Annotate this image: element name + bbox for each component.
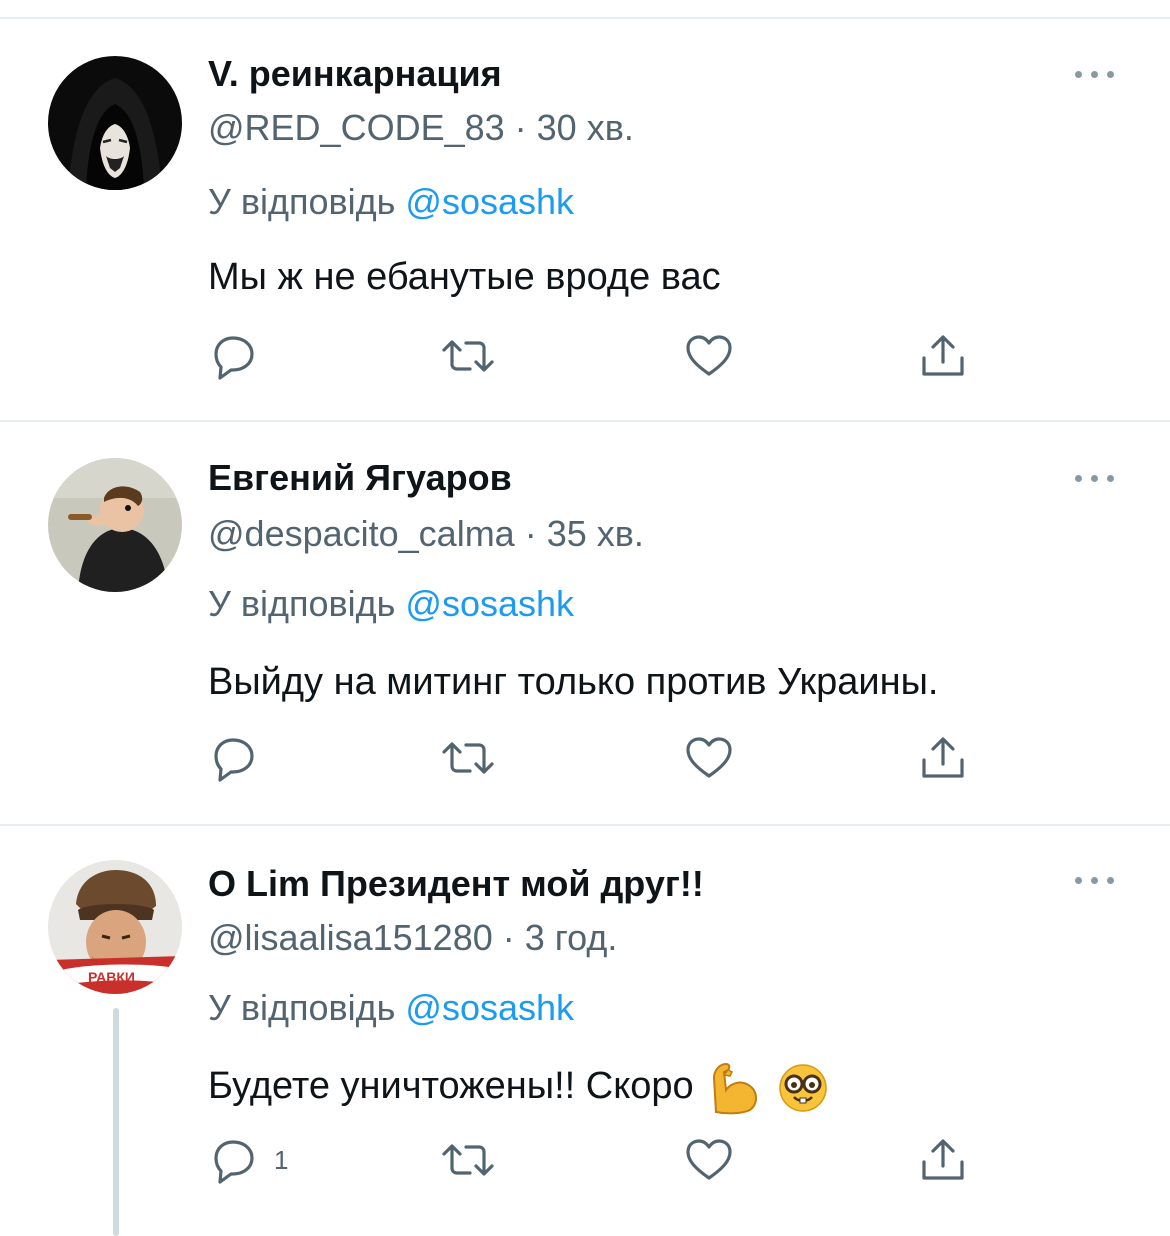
handle-time: @RED_CODE_83 · 30 хв. [208, 106, 634, 150]
action-bar [208, 734, 1008, 782]
thread-connector [113, 1008, 119, 1236]
share-icon [922, 335, 964, 376]
tweet[interactable]: Евгений Ягуаров @despacito_calma · 35 хв… [0, 422, 1170, 824]
tweet-text: Будете уничтожены!! Скоро [208, 1065, 694, 1108]
reply-prefix: У відповідь [208, 987, 396, 1028]
timestamp[interactable]: · 3 год. [503, 917, 618, 958]
reply-button[interactable]: 1 [208, 1136, 288, 1184]
reply-context: У відповідь @sosashk [208, 986, 574, 1030]
reply-icon [214, 336, 254, 380]
tweet[interactable]: РАВКИ O Lim Президент мой друг!! @lisaal… [0, 826, 1170, 1236]
like-button[interactable] [684, 332, 734, 380]
heart-icon [686, 335, 732, 376]
action-bar [208, 332, 1008, 380]
retweet-icon [442, 1144, 494, 1176]
avatar[interactable] [48, 56, 182, 190]
reply-icon [214, 738, 254, 782]
timestamp[interactable]: · 35 хв. [525, 513, 644, 554]
avatar[interactable]: РАВКИ [48, 860, 182, 994]
reply-mention-link[interactable]: @sosashk [405, 181, 574, 222]
reply-prefix: У відповідь [208, 181, 396, 222]
retweet-button[interactable] [438, 1136, 498, 1184]
reply-button[interactable] [208, 332, 258, 380]
tweet-text: Выйду на митинг только против Украины. [208, 661, 939, 703]
display-name[interactable]: V. реинкарнация [208, 52, 502, 96]
reply-mention-link[interactable]: @sosashk [405, 987, 574, 1028]
avatar-badge-text: РАВКИ [88, 969, 135, 985]
reply-mention-link[interactable]: @sosashk [405, 583, 574, 624]
flexed-biceps-icon [713, 1062, 758, 1115]
retweet-button[interactable] [438, 332, 498, 380]
share-button[interactable] [918, 1136, 968, 1184]
retweet-icon [442, 742, 494, 774]
reply-button[interactable] [208, 734, 258, 782]
more-options-icon[interactable] [1072, 68, 1118, 80]
tweet[interactable]: V. реинкарнация @RED_CODE_83 · 30 хв. У … [0, 0, 1170, 420]
display-name[interactable]: Евгений Ягуаров [208, 456, 512, 500]
action-bar: 1 [208, 1136, 1008, 1184]
reply-count: 1 [274, 1144, 289, 1175]
like-button[interactable] [684, 734, 734, 782]
reply-context: У відповідь @sosashk [208, 582, 574, 626]
heart-icon [686, 1139, 732, 1180]
reply-context: У відповідь @sosashk [208, 180, 574, 224]
display-name[interactable]: O Lim Президент мой друг!! [208, 862, 704, 906]
share-button[interactable] [918, 332, 968, 380]
retweet-icon [442, 340, 494, 372]
share-icon [922, 737, 964, 778]
like-button[interactable] [684, 1136, 734, 1184]
user-handle[interactable]: @lisaalisa151280 [208, 917, 493, 958]
avatar[interactable] [48, 458, 182, 592]
tweet-text-row: Будете уничтожены!! Скоро [208, 1060, 829, 1116]
share-button[interactable] [918, 734, 968, 782]
share-icon [922, 1139, 964, 1180]
reply-icon [214, 1140, 254, 1184]
more-options-icon[interactable] [1072, 874, 1118, 886]
reply-prefix: У відповідь [208, 583, 396, 624]
nerd-face-icon [779, 1064, 827, 1112]
tweet-text: Мы ж не ебанутые вроде вас [208, 256, 721, 298]
timestamp[interactable]: · 30 хв. [515, 107, 634, 148]
user-handle[interactable]: @despacito_calma [208, 513, 515, 554]
heart-icon [686, 737, 732, 778]
handle-time: @lisaalisa151280 · 3 год. [208, 916, 617, 960]
user-handle[interactable]: @RED_CODE_83 [208, 107, 505, 148]
more-options-icon[interactable] [1072, 472, 1118, 484]
retweet-button[interactable] [438, 734, 498, 782]
handle-time: @despacito_calma · 35 хв. [208, 512, 644, 556]
